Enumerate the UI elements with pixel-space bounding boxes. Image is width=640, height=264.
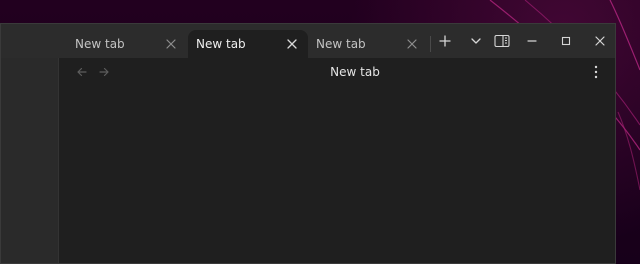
page-title: New tab: [330, 65, 380, 79]
close-icon[interactable]: [285, 37, 299, 51]
tab-label: New tab: [75, 37, 125, 51]
web-content-area: New tab: [59, 58, 615, 263]
title-bar: New tab New tab New tab: [1, 24, 615, 58]
tab-new-tab-3[interactable]: New tab: [308, 30, 428, 58]
chevron-down-icon[interactable]: [466, 31, 486, 51]
browser-window: New tab New tab New tab New tab: [0, 23, 616, 264]
close-icon[interactable]: [164, 37, 178, 51]
close-icon[interactable]: [590, 31, 610, 51]
tab-label: New tab: [316, 37, 366, 51]
arrow-left-icon[interactable]: [73, 63, 91, 81]
maximize-icon[interactable]: [556, 31, 576, 51]
split-view-icon[interactable]: [492, 31, 512, 51]
tab-new-tab-1[interactable]: New tab: [67, 30, 187, 58]
more-vertical-icon[interactable]: [587, 63, 605, 81]
tab-separator: [430, 36, 431, 52]
tab-new-tab-2[interactable]: New tab: [188, 30, 308, 58]
tab-label: New tab: [196, 37, 246, 51]
content-toolbar: New tab: [59, 58, 615, 86]
sidebar-panel: [1, 58, 59, 263]
close-icon[interactable]: [405, 37, 419, 51]
plus-icon[interactable]: [435, 31, 455, 51]
minimize-icon[interactable]: [522, 31, 542, 51]
arrow-right-icon[interactable]: [95, 63, 113, 81]
